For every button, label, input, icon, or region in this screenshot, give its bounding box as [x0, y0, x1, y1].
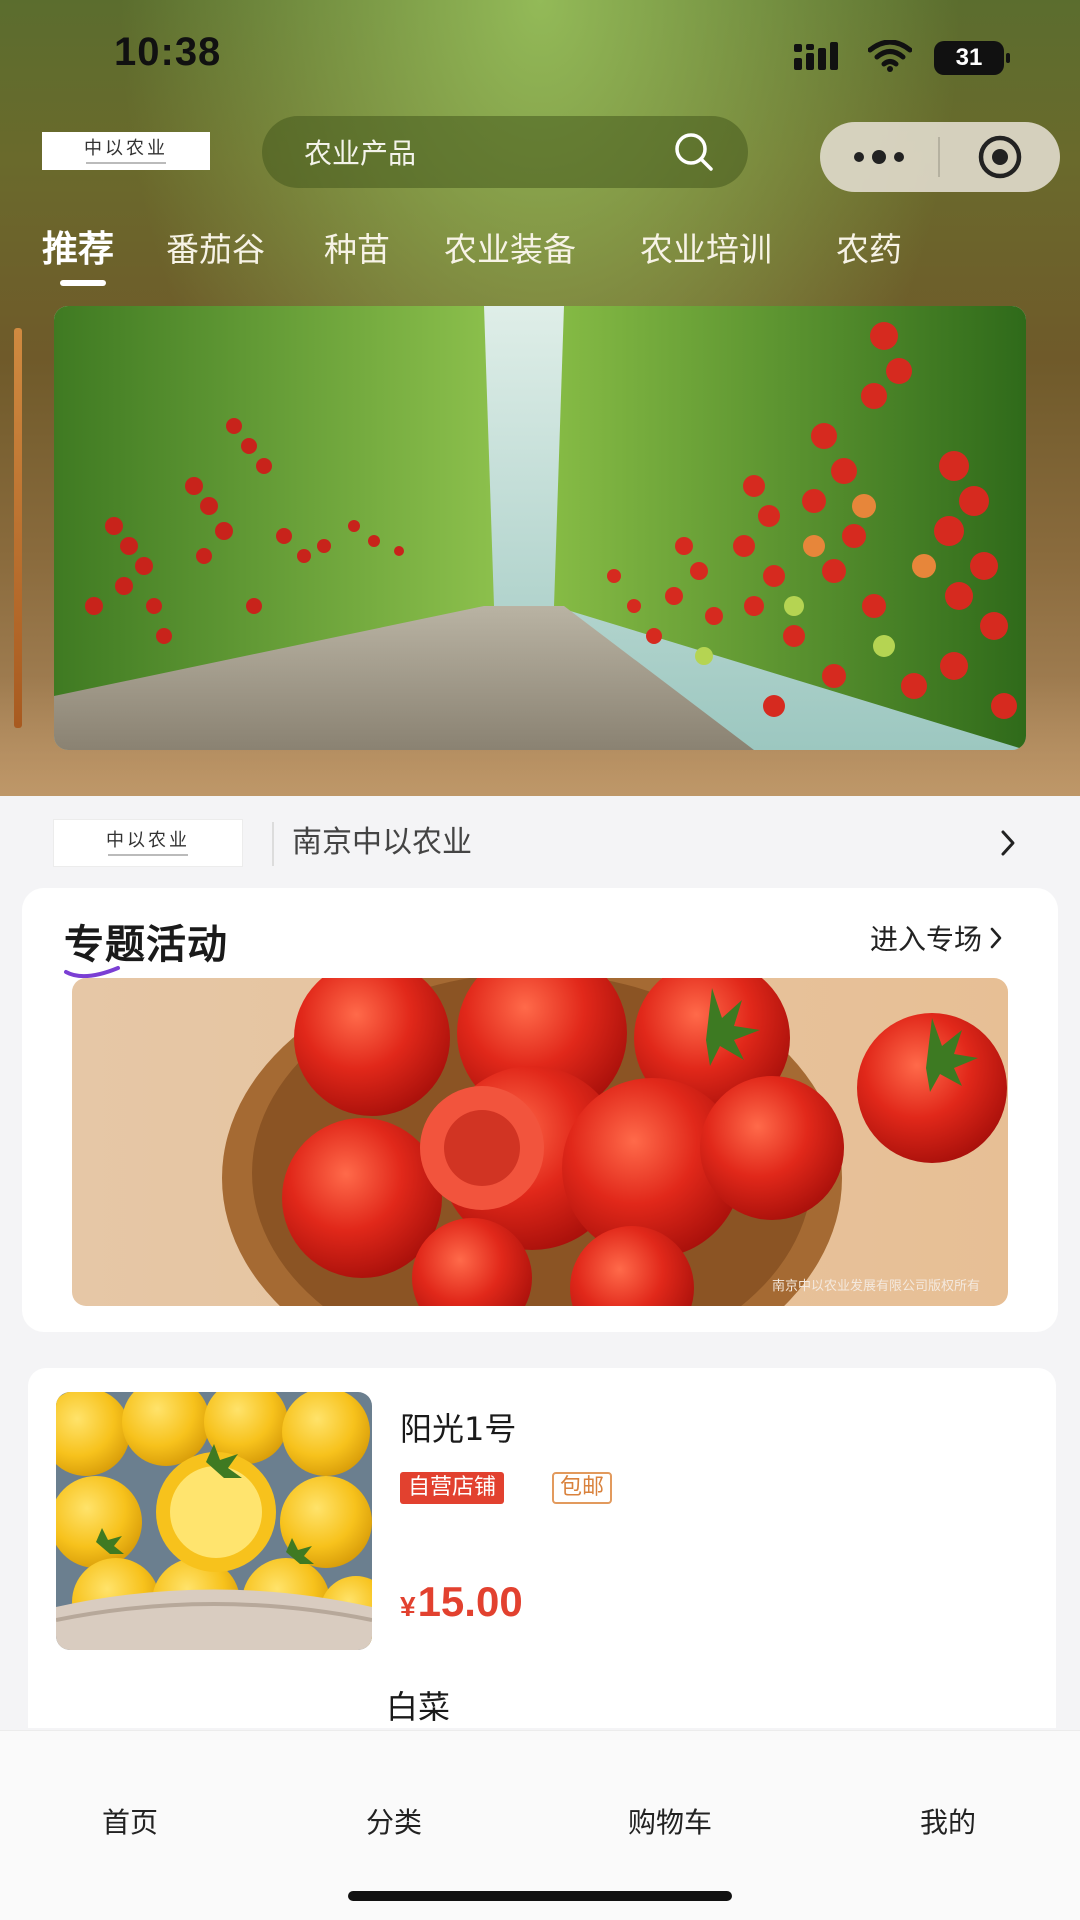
tab-agri-training[interactable]: 农业培训 [640, 222, 772, 278]
status-icons: 31 [794, 39, 1010, 76]
nav-cart[interactable]: 购物车 [570, 1801, 770, 1841]
bottom-nav: 首页 分类 购物车 我的 [0, 1730, 1080, 1920]
battery-level: 31 [955, 44, 983, 71]
tomato-basket-image: 南京中以农业发展有限公司版权所有 [72, 978, 1008, 1306]
tab-pesticide[interactable]: 农药 [836, 222, 902, 278]
shop-name[interactable]: 南京中以农业 [292, 820, 472, 866]
nav-category[interactable]: 分类 [294, 1801, 494, 1841]
greenhouse-banner-image [54, 306, 1026, 750]
price-currency: ¥ [400, 1591, 416, 1622]
chevron-right-icon [990, 927, 1002, 949]
shop-logo-text: 中以农业 [106, 829, 190, 851]
shop-logo-subline [108, 853, 188, 856]
battery-icon: 31 [934, 41, 1010, 75]
shop-divider [272, 822, 274, 866]
app-screen: 10:38 31 中以农业 农业产品 推荐 番茄谷 种苗 农业装备 农业培训 农… [0, 0, 1080, 1920]
self-operated-badge: 自营店铺 [400, 1472, 505, 1504]
wifi-icon [867, 39, 913, 76]
status-bar: 10:38 31 [0, 0, 1080, 110]
event-watermark: 南京中以农业发展有限公司版权所有 [772, 1278, 980, 1294]
product-image[interactable] [56, 1392, 372, 1650]
cellular-signal-icon [794, 42, 846, 74]
tab-seedlings[interactable]: 种苗 [324, 222, 390, 278]
nav-profile[interactable]: 我的 [848, 1801, 1048, 1841]
tab-tomato-valley[interactable]: 番茄谷 [166, 222, 265, 278]
free-shipping-badge: 包邮 [552, 1472, 613, 1504]
status-time: 10:38 [114, 30, 222, 74]
banner-prev-peek[interactable] [14, 328, 22, 728]
mini-program-capsule [820, 122, 1060, 192]
home-indicator [348, 1891, 732, 1901]
tab-agri-equipment[interactable]: 农业装备 [444, 222, 576, 278]
product-price: ¥ 15.00 [400, 1578, 523, 1626]
event-title: 专题活动 [64, 922, 228, 968]
category-tabs: 推荐 番茄谷 种苗 农业装备 农业培训 农药 [0, 222, 1080, 292]
target-circle-icon[interactable] [940, 122, 1060, 192]
active-tab-indicator [60, 280, 106, 286]
event-banner-image[interactable]: 南京中以农业发展有限公司版权所有 [72, 978, 1008, 1306]
product-name[interactable]: 阳光1号 [400, 1404, 516, 1450]
tab-recommend[interactable]: 推荐 [42, 222, 114, 278]
nav-home[interactable]: 首页 [30, 1801, 230, 1841]
price-value: 15.00 [417, 1578, 523, 1625]
banner-carousel[interactable] [54, 306, 1026, 750]
chevron-right-icon[interactable] [998, 828, 1018, 862]
yellow-tomato-image [56, 1392, 372, 1650]
search-input[interactable]: 农业产品 [304, 132, 666, 172]
header-row: 中以农业 农业产品 [0, 112, 1080, 192]
search-icon[interactable] [666, 124, 722, 180]
special-events-card: 专题活动 进入专场 南京中以农业发展有限公司版权所有 [22, 888, 1058, 1332]
product-card[interactable]: 阳光1号 自营店铺 包邮 ¥ 15.00 白菜 [28, 1368, 1056, 1728]
enter-special-button[interactable]: 进入专场 [870, 918, 1004, 958]
next-product-name[interactable]: 白菜 [386, 1682, 450, 1728]
brand-logo-text: 中以农业 [84, 137, 168, 159]
search-bar[interactable]: 农业产品 [262, 116, 748, 188]
more-dots-icon[interactable] [820, 122, 938, 192]
shop-logo: 中以农业 [54, 820, 242, 866]
enter-special-label: 进入专场 [869, 923, 982, 956]
brand-logo-subline [86, 161, 166, 164]
brand-logo[interactable]: 中以农业 [42, 132, 210, 170]
shop-row[interactable]: 中以农业 南京中以农业 [0, 812, 1080, 876]
